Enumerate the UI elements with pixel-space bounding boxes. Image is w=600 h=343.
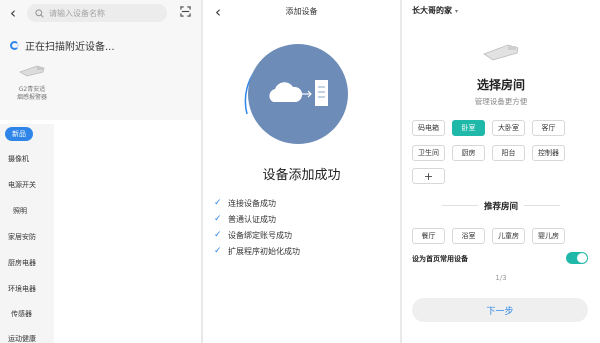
category-item-sports-health[interactable]: 运动健康 bbox=[8, 334, 36, 343]
smoke-sensor-icon bbox=[19, 65, 45, 77]
add-device-panel: ‹ 添加设备 设备添加成功 ✓ 连接设备成功 ✓ 普通认证成功 ✓ 设备绑定账号… bbox=[203, 0, 400, 343]
step-item: ✓ 扩展程序初始化成功 bbox=[214, 243, 300, 259]
room-chip[interactable]: 阳台 bbox=[492, 145, 525, 161]
success-title: 设备添加成功 bbox=[262, 168, 341, 183]
search-input[interactable]: 请输入设备名称 bbox=[27, 4, 167, 22]
step-list: ✓ 连接设备成功 ✓ 普通认证成功 ✓ 设备绑定账号成功 ✓ 扩展程序初始化成功 bbox=[214, 195, 300, 259]
room-chip[interactable]: 厨房 bbox=[452, 145, 485, 161]
room-chip[interactable]: 大卧室 bbox=[492, 120, 525, 136]
room-chip[interactable]: 客厅 bbox=[532, 120, 565, 136]
step-label: 扩展程序初始化成功 bbox=[228, 246, 300, 256]
scanning-status: 正在扫描附近设备... bbox=[10, 38, 115, 53]
step-item: ✓ 连接设备成功 bbox=[214, 195, 300, 211]
category-item-new[interactable]: 新品 bbox=[5, 127, 33, 141]
spinner-icon bbox=[10, 41, 19, 50]
recommended-room-chip[interactable]: 浴室 bbox=[452, 228, 485, 244]
category-item-lighting[interactable]: 照明 bbox=[13, 206, 27, 216]
home-name: 长大哥的家 bbox=[412, 6, 452, 15]
check-icon: ✓ bbox=[214, 198, 222, 208]
recommended-room-chip[interactable]: 儿童房 bbox=[492, 228, 525, 244]
scan-panel: ‹ 请输入设备名称 正在扫描附近设备... G2青安适 烟感报警器 新品 摄像机… bbox=[0, 0, 201, 343]
room-subtitle: 管理设备更方便 bbox=[474, 97, 528, 106]
step-item: ✓ 设备绑定账号成功 bbox=[214, 227, 300, 243]
home-selector[interactable]: 长大哥的家 ▾ bbox=[412, 5, 458, 16]
step-label: 设备绑定账号成功 bbox=[228, 230, 292, 240]
step-label: 普通认证成功 bbox=[228, 214, 276, 224]
check-icon: ✓ bbox=[214, 214, 222, 224]
recommended-room-chip[interactable]: 餐厅 bbox=[412, 228, 445, 244]
category-item-home-security[interactable]: 家居安防 bbox=[8, 232, 36, 242]
next-button[interactable]: 下一步 bbox=[412, 298, 588, 322]
scanning-text: 正在扫描附近设备... bbox=[25, 42, 115, 53]
back-icon[interactable]: ‹ bbox=[10, 6, 16, 21]
check-icon: ✓ bbox=[214, 230, 222, 240]
divider-line bbox=[524, 205, 560, 206]
check-icon: ✓ bbox=[214, 246, 222, 256]
step-label: 连接设备成功 bbox=[228, 198, 276, 208]
smoke-sensor-icon bbox=[483, 44, 519, 61]
device-name-line2: 烟感报警器 bbox=[16, 94, 47, 101]
category-item-kitchen[interactable]: 厨房电器 bbox=[8, 258, 36, 268]
room-title: 选择房间 bbox=[476, 78, 525, 92]
caret-down-icon: ▾ bbox=[455, 8, 459, 15]
room-chip[interactable]: 控制器 bbox=[532, 145, 565, 161]
page-title: 添加设备 bbox=[285, 7, 318, 16]
search-placeholder: 请输入设备名称 bbox=[49, 8, 105, 18]
category-item-power-switch[interactable]: 电源开关 bbox=[8, 180, 36, 190]
category-item-sensor[interactable]: 传感器 bbox=[11, 309, 32, 319]
favorite-toggle[interactable] bbox=[566, 252, 588, 264]
cloud-to-device-icon bbox=[269, 80, 328, 106]
recommended-title: 推荐房间 bbox=[483, 202, 518, 212]
category-item-camera[interactable]: 摄像机 bbox=[8, 154, 29, 164]
recommended-room-chip[interactable]: 婴儿房 bbox=[532, 228, 565, 244]
success-illustration bbox=[239, 44, 355, 160]
toggle-knob bbox=[577, 253, 587, 263]
step-item: ✓ 普通认证成功 bbox=[214, 211, 300, 227]
room-chip[interactable]: 卫生间 bbox=[412, 145, 445, 161]
scan-code-icon[interactable] bbox=[180, 6, 191, 17]
page-indicator: 1/3 bbox=[495, 274, 507, 282]
found-device-card[interactable]: G2青安适 烟感报警器 bbox=[10, 62, 54, 102]
add-room-button[interactable]: + bbox=[412, 168, 445, 184]
search-icon bbox=[35, 8, 44, 18]
favorite-toggle-label: 设为首页常用设备 bbox=[412, 255, 468, 263]
device-name-line1: G2青安适 bbox=[18, 86, 46, 93]
category-item-environment[interactable]: 环境电器 bbox=[8, 284, 36, 294]
choose-room-panel: 长大哥的家 ▾ 选择房间 管理设备更方便 码电箱 卧室 大卧室 客厅 卫生间 厨房… bbox=[402, 0, 600, 343]
room-chip[interactable]: 码电箱 bbox=[412, 120, 445, 136]
room-chip-selected[interactable]: 卧室 bbox=[452, 120, 485, 136]
